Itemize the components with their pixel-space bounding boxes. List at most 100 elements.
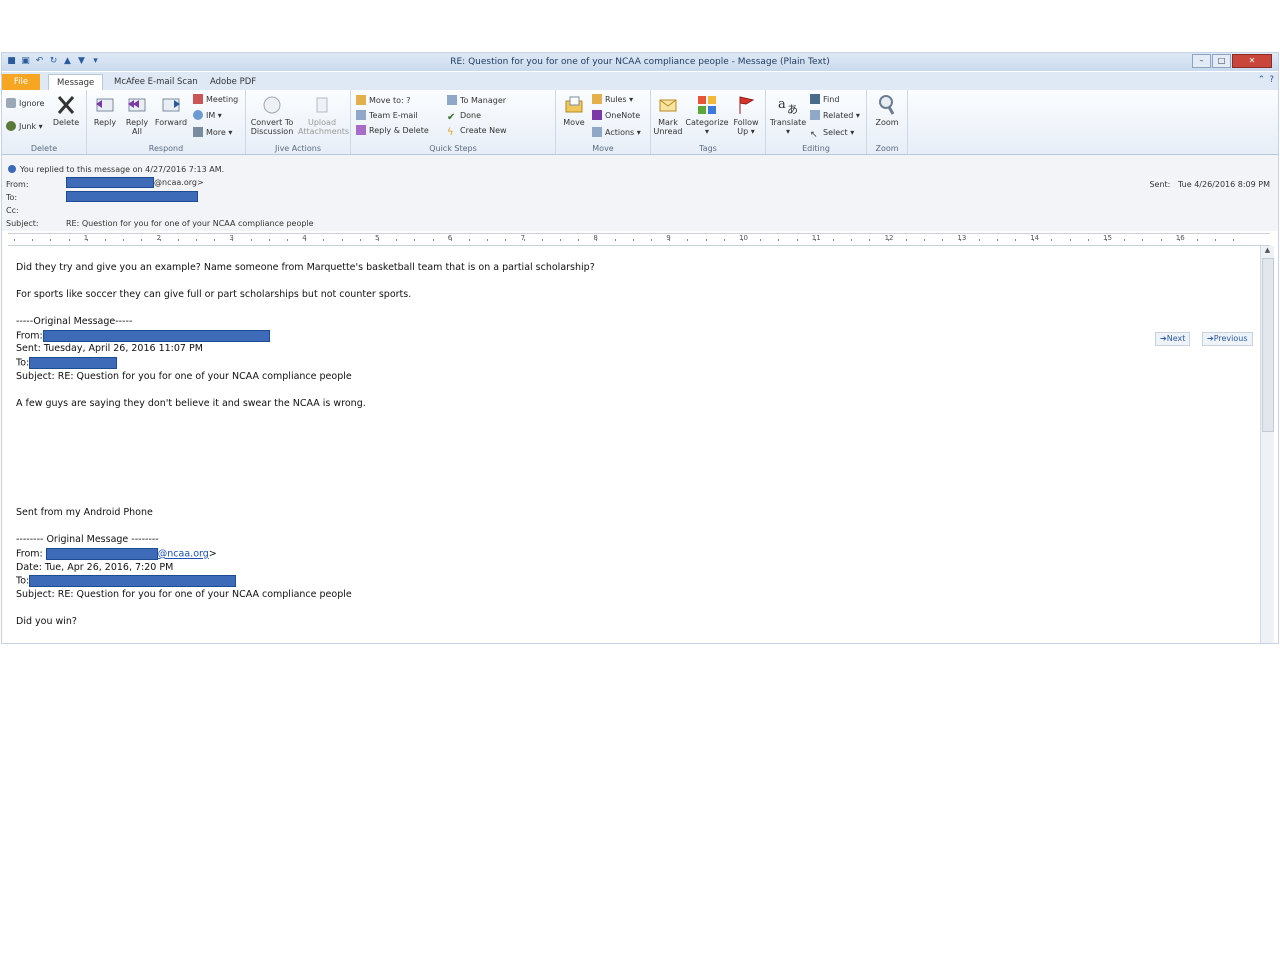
tab-mcafee[interactable]: McAfee E-mail Scan [106,74,206,90]
ruler[interactable]: 1 2 3 4 5 6 7 8 9 10 11 12 13 14 15 16 [8,233,1270,246]
ruler-tick [651,239,652,241]
group-jive-actions: Convert To Discussion Upload Attachments J… [246,90,351,154]
reply-info-bar: You replied to this message on 4/27/2016… [8,165,224,174]
zoom-button[interactable]: Zoom [871,94,903,127]
cc-label: Cc: [6,206,19,215]
scroll-thumb[interactable] [1262,258,1274,432]
quickstep-to-manager[interactable]: To Manager [447,95,506,107]
ruler-tick [869,239,871,241]
ruler-number: 13 [957,234,967,242]
ruler-tick [942,239,944,241]
ruler-number: 3 [229,234,234,242]
forward-button[interactable]: Forward [154,94,188,127]
ruler-tick [396,239,398,241]
sent-info: Sent: Tue 4/26/2016 8:09 PM [1149,180,1270,189]
group-tags: Mark Unread Categorize ▾ Follow Up ▾ Tags [651,90,766,154]
select-button[interactable]: ↖ Select ▾ [810,127,854,140]
ruler-tick [323,239,325,241]
move-folder-icon [565,96,583,113]
ruler-tick [905,239,907,241]
translate-button[interactable]: aあ Translate ▾ [768,94,808,136]
help-icon[interactable]: ? [1269,75,1274,85]
delete-button[interactable]: Delete [52,94,80,127]
minimize-ribbon-icon[interactable]: ⌃ [1258,75,1266,85]
ruler-tick [196,239,197,241]
scroll-up-icon[interactable]: ▲ [1261,246,1274,254]
team-email-icon [356,110,366,120]
title-bar: ■ ▣ ↶ ↻ ▲ ▼ ▾ RE: Question for you for o… [2,53,1278,71]
delete-x-icon [57,96,75,114]
ruler-tick [359,239,361,241]
from-value[interactable]: @ncaa.org> [66,177,204,188]
actions-button[interactable]: Actions ▾ [592,127,641,139]
message-body[interactable]: Did they try and give you an example? Na… [8,246,1256,643]
email-link[interactable]: @ncaa.org [158,549,209,560]
previous-button[interactable]: ➔Previous [1202,332,1253,346]
quickstep-create-new[interactable]: ϟ Create New [447,125,507,138]
reply-delete-icon [356,125,366,135]
group-label-respond: Respond [148,144,184,153]
im-icon [193,110,203,120]
body-line: From: @ncaa.org> [16,548,217,560]
tab-adobe-pdf[interactable]: Adobe PDF [202,74,264,90]
body-line: From: [16,330,270,342]
ruler-tick [505,239,507,241]
next-arrow-icon: ➔ [1160,334,1167,343]
quickstep-team-email[interactable]: Team E-mail [356,110,418,122]
next-button[interactable]: ➔Next [1155,332,1191,346]
meeting-button[interactable]: Meeting [193,94,238,106]
body-line: To: [16,575,237,587]
mark-unread-button[interactable]: Mark Unread [653,94,683,136]
ruler-tick [924,239,925,241]
more-respond-button[interactable]: More ▾ [193,127,232,139]
close-button[interactable]: ✕ [1232,54,1272,68]
to-label: To: [6,193,18,202]
envelope-icon [659,99,677,112]
to-value[interactable] [66,191,198,202]
reply-button[interactable]: Reply [91,94,119,127]
svg-text:あ: あ [787,103,798,116]
reply-all-button[interactable]: Reply All [123,94,151,136]
im-button[interactable]: IM ▾ [193,110,222,122]
ruler-tick [105,239,106,241]
ruler-tick [541,239,543,241]
ruler-tick [851,239,853,241]
find-button[interactable]: Find [810,94,839,106]
ruler-tick [68,239,70,241]
minimize-button[interactable]: – [1192,54,1211,68]
quickstep-reply-delete[interactable]: Reply & Delete [356,125,429,137]
ruler-tick [123,239,125,241]
window-controls: – □ ✕ [1192,54,1272,68]
quickstep-move-to[interactable]: Move to: ? [356,95,411,107]
quickstep-done[interactable]: ✔ Done [447,110,481,123]
onenote-button[interactable]: OneNote [592,110,640,122]
tab-message[interactable]: Message [48,74,104,91]
ruler-tick [141,239,143,241]
reply-all-icon [128,98,146,112]
ruler-tick [1160,239,1162,241]
tab-file[interactable]: File [2,74,40,90]
follow-up-button[interactable]: Follow Up ▾ [731,94,761,136]
binoculars-icon [810,94,820,104]
junk-button[interactable]: Junk ▾ [6,121,43,133]
ruler-tick [614,239,616,241]
ruler-tick [268,239,270,241]
rules-button[interactable]: Rules ▾ [592,94,633,106]
categorize-button[interactable]: Categorize ▾ [685,94,729,136]
ruler-tick [978,239,980,241]
group-label-editing: Editing [802,144,830,153]
ignore-button[interactable]: Ignore [6,98,44,110]
ruler-tick [1069,239,1071,241]
ruler-tick [1215,239,1217,241]
ruler-tick [796,239,798,241]
vertical-scrollbar[interactable]: ▲ [1260,246,1274,643]
ruler-tick [1233,239,1235,241]
convert-to-discussion-button[interactable]: Convert To Discussion [249,94,295,136]
ruler-number: 1 [83,234,89,242]
ruler-tick [250,239,252,241]
move-button[interactable]: Move [560,94,588,127]
upload-attachments-button[interactable]: Upload Attachments [298,94,349,136]
body-line: Sent from my Android Phone [16,507,153,518]
maximize-button[interactable]: □ [1212,54,1231,68]
related-button[interactable]: Related ▾ [810,110,860,122]
